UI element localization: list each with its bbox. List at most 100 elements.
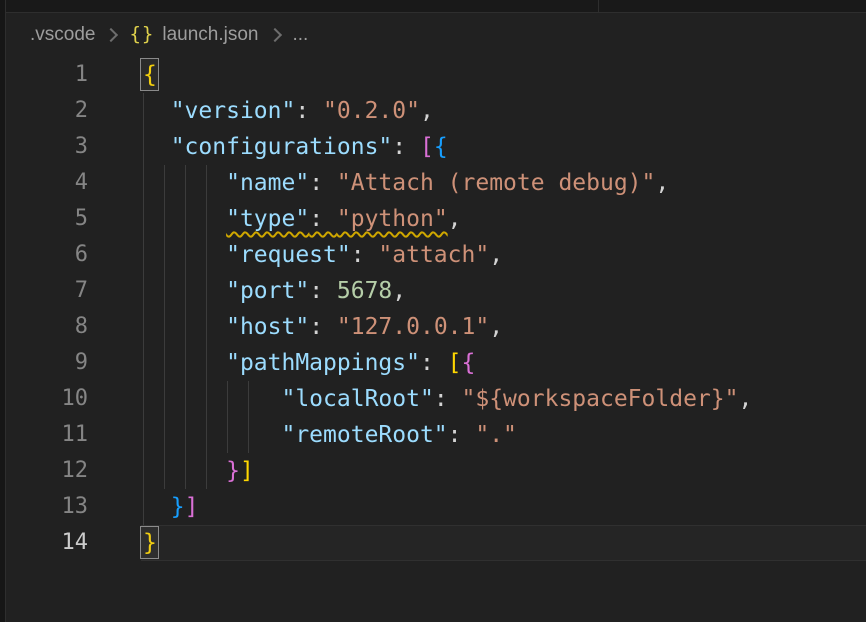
indent-guide [143, 201, 144, 237]
indent-guide [143, 489, 144, 525]
code-text[interactable]: "port": 5678, [88, 273, 866, 309]
code-token: 5678 [337, 278, 392, 304]
breadcrumb-item[interactable]: {}launch.json [129, 23, 258, 46]
line-number[interactable]: 13 [6, 489, 88, 525]
vscode-editor-window: { "colors": { "editor_bg": "#212121", "t… [0, 0, 866, 622]
indent-guide [206, 345, 207, 381]
code-token: "localRoot" [281, 386, 433, 412]
code-text[interactable]: "version": "0.2.0", [88, 93, 866, 129]
indent-guide [143, 273, 144, 309]
line-number[interactable]: 9 [6, 345, 88, 381]
line-number[interactable]: 1 [6, 57, 88, 93]
bracket-match-token: { [143, 62, 157, 88]
code-text[interactable]: "host": "127.0.0.1", [88, 309, 866, 345]
code-token: "port" [226, 278, 309, 304]
code-text[interactable]: "configurations": [{ [88, 129, 866, 165]
breadcrumb-item-label: launch.json [162, 24, 258, 45]
code-line: 12 }] [6, 453, 866, 489]
indent-guide [164, 273, 165, 309]
code-text[interactable]: { [88, 57, 866, 93]
code-token: , [489, 314, 503, 340]
indent-guide [143, 129, 144, 165]
code-text[interactable]: "localRoot": "${workspaceFolder}", [88, 381, 866, 417]
code-text[interactable]: }] [88, 489, 866, 525]
code-text[interactable]: "request": "attach", [88, 237, 866, 273]
indent-guide [143, 381, 144, 417]
line-number[interactable]: 3 [6, 129, 88, 165]
indent-guide [206, 417, 207, 453]
indent-guide [206, 201, 207, 237]
code-token: "127.0.0.1" [337, 314, 489, 340]
code-text[interactable]: "remoteRoot": "." [88, 417, 866, 453]
code-token: , [489, 242, 503, 268]
code-text[interactable]: } [88, 525, 866, 561]
indent-guide [164, 345, 165, 381]
line-number[interactable]: 7 [6, 273, 88, 309]
code-token: : [392, 134, 420, 160]
breadcrumb-item-label: .vscode [30, 24, 95, 45]
code-text[interactable]: "type": "python", [88, 201, 866, 237]
line-number[interactable]: 5 [6, 201, 88, 237]
indent-guide [164, 381, 165, 417]
breadcrumb: .vscode {}launch.json... [6, 13, 866, 56]
code-text[interactable]: "pathMappings": [{ [88, 345, 866, 381]
tab-divider [598, 0, 599, 12]
line-number[interactable]: 12 [6, 453, 88, 489]
indent-guide [227, 381, 228, 417]
code-token: : [309, 278, 337, 304]
breadcrumb-item[interactable]: ... [293, 24, 309, 46]
code-token: [ [448, 350, 462, 376]
code-token: { [462, 350, 476, 376]
indent-guide [143, 93, 144, 129]
code-line: 6 "request": "attach", [6, 237, 866, 273]
code-token: , [655, 170, 669, 196]
code-token: , [392, 278, 406, 304]
breadcrumb-item-label: ... [293, 24, 309, 45]
code-token: "type" [226, 206, 309, 232]
line-number[interactable]: 10 [6, 381, 88, 417]
line-number[interactable]: 14 [6, 525, 88, 561]
code-token: : [434, 386, 462, 412]
code-token: : [351, 242, 379, 268]
code-token: "Attach (remote debug)" [337, 170, 656, 196]
code-token: "${workspaceFolder}" [462, 386, 739, 412]
code-token: , [738, 386, 752, 412]
indent-guide [185, 201, 186, 237]
code-token: "name" [226, 170, 309, 196]
indent-guide [185, 165, 186, 201]
code-token: "." [475, 422, 517, 448]
indent-guide [206, 237, 207, 273]
chevron-right-icon [267, 27, 281, 41]
line-number[interactable]: 6 [6, 237, 88, 273]
code-token: "request" [226, 242, 351, 268]
line-number[interactable]: 8 [6, 309, 88, 345]
indent-guide [185, 237, 186, 273]
code-token: "attach" [378, 242, 489, 268]
line-number[interactable]: 4 [6, 165, 88, 201]
code-token: "0.2.0" [323, 98, 420, 124]
editor[interactable]: 1 {2 "version": "0.2.0",3 "configurations… [6, 57, 866, 622]
code-token: { [434, 134, 448, 160]
code-line: 4 "name": "Attach (remote debug)", [6, 165, 866, 201]
code-token: "remoteRoot" [281, 422, 447, 448]
indent-guide [185, 453, 186, 489]
indent-guide [185, 345, 186, 381]
code-token: , [420, 98, 434, 124]
code-token: ] [185, 494, 199, 520]
line-number[interactable]: 2 [6, 93, 88, 129]
warning-squiggle: "type": "python" [226, 206, 448, 232]
line-number[interactable]: 11 [6, 417, 88, 453]
code-text[interactable]: "name": "Attach (remote debug)", [88, 165, 866, 201]
code-line: 9 "pathMappings": [{ [6, 345, 866, 381]
breadcrumb-item[interactable]: .vscode [30, 24, 95, 46]
indent-guide [143, 309, 144, 345]
indent-guide [206, 273, 207, 309]
indent-guide [227, 417, 228, 453]
code-text[interactable]: }] [88, 453, 866, 489]
indent-guide [143, 237, 144, 273]
code-token: : [309, 314, 337, 340]
code-token [143, 134, 171, 160]
indent-guide [248, 381, 249, 417]
code-token: "pathMappings" [226, 350, 420, 376]
code-token: "configurations" [171, 134, 393, 160]
